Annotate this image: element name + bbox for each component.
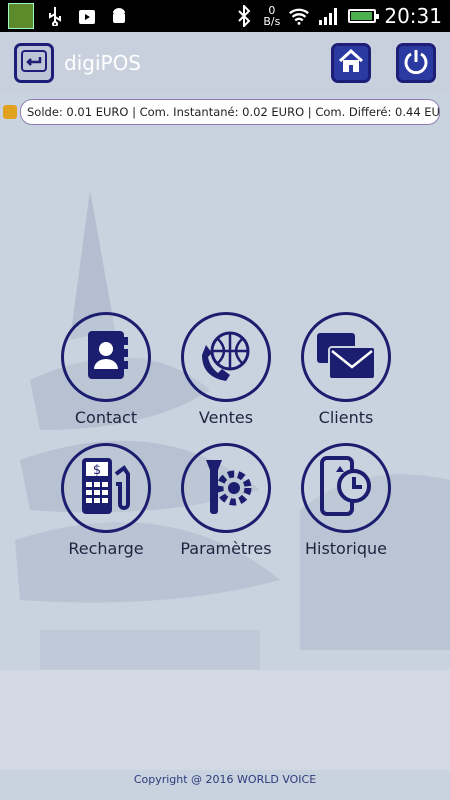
back-button[interactable]: [14, 43, 54, 83]
historique-label: Historique: [304, 539, 388, 558]
play-store-icon: [76, 5, 98, 27]
bluetooth-icon: [233, 5, 255, 27]
envelopes-icon: [315, 327, 377, 387]
battery-icon: [348, 9, 380, 23]
app-bar: digiPOS: [0, 32, 450, 94]
menu-historique[interactable]: Historique: [286, 443, 406, 558]
menu-parametres[interactable]: Paramètres: [166, 443, 286, 558]
recharge-label: Recharge: [68, 539, 144, 558]
svg-text:$: $: [93, 463, 101, 478]
app-title: digiPOS: [64, 51, 142, 75]
net-speed: 0 B/s: [263, 5, 280, 27]
main-menu: Contact Ventes Clients $ Recharge Paramè…: [46, 312, 406, 558]
globe-phone-icon: [196, 325, 256, 389]
signal-icon: [318, 5, 340, 27]
history-phone-icon: [316, 454, 376, 522]
status-bar: 0 B/s 20:31: [0, 0, 450, 32]
ventes-label: Ventes: [198, 408, 254, 427]
wifi-icon: [288, 5, 310, 27]
status-time: 20:31: [384, 4, 442, 28]
ventes-circle: [181, 312, 271, 402]
net-speed-unit: B/s: [263, 15, 281, 28]
clients-label: Clients: [318, 408, 374, 427]
usb-icon: [44, 5, 66, 27]
menu-clients[interactable]: Clients: [286, 312, 406, 427]
contact-circle: [61, 312, 151, 402]
back-icon: [19, 46, 49, 80]
coins-icon: [3, 105, 17, 119]
clients-circle: [301, 312, 391, 402]
contact-label: Contact: [74, 408, 138, 427]
fuel-pump-icon: $: [76, 454, 136, 522]
contact-book-icon: [78, 327, 134, 387]
android-debug-icon: [108, 5, 130, 27]
menu-ventes[interactable]: Ventes: [166, 312, 286, 427]
power-button[interactable]: [396, 43, 436, 83]
recharge-circle: $: [61, 443, 151, 533]
balance-text: Solde: 0.01 EURO | Com. Instantané: 0.02…: [20, 99, 440, 125]
balance-banner: Solde: 0.01 EURO | Com. Instantané: 0.02…: [0, 98, 440, 126]
menu-recharge[interactable]: $ Recharge: [46, 443, 166, 558]
menu-contact[interactable]: Contact: [46, 312, 166, 427]
power-icon: [401, 46, 431, 80]
parametres-circle: [181, 443, 271, 533]
historique-circle: [301, 443, 391, 533]
parametres-label: Paramètres: [180, 539, 272, 558]
home-icon: [336, 46, 366, 80]
home-button[interactable]: [331, 43, 371, 83]
app-icon: [8, 3, 34, 29]
settings-gear-icon: [196, 454, 256, 522]
copyright-footer: Copyright @ 2016 WORLD VOICE: [133, 773, 317, 786]
